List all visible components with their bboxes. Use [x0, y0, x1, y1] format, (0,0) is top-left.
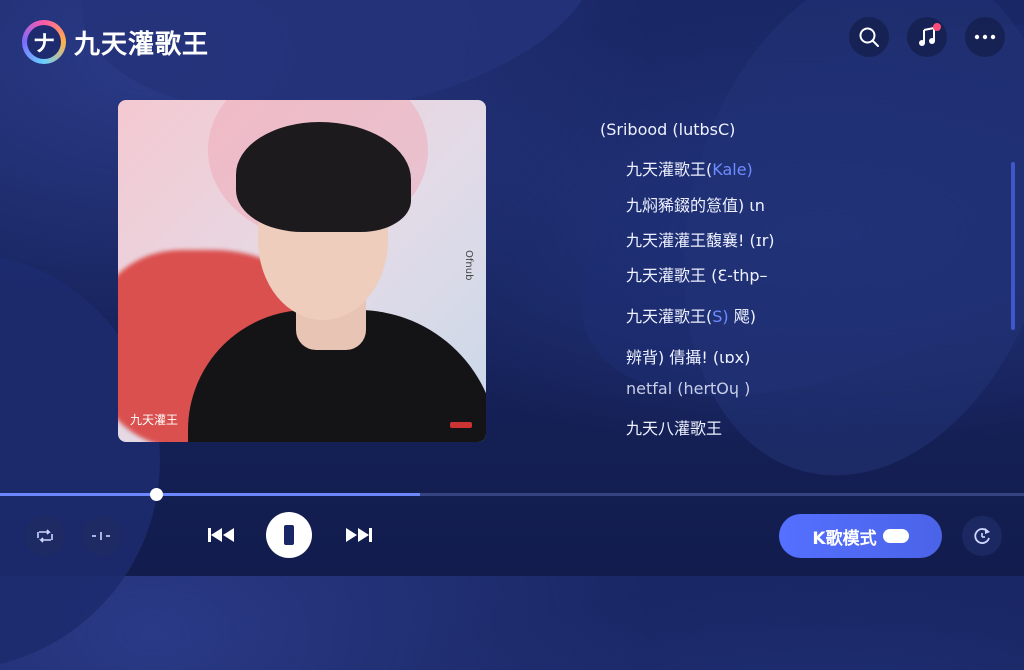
next-button[interactable] [344, 524, 374, 550]
app-title: 九天灌歌王 [74, 29, 210, 60]
audio-effect-button[interactable] [82, 516, 122, 556]
lyric-line[interactable]: 九天灌歌王(Kale) [626, 156, 753, 180]
karaoke-mode-label: K歌模式 [812, 528, 877, 549]
album-mark [450, 422, 472, 428]
progress-knob[interactable] [149, 488, 163, 501]
album-cover: Ofnub 九天灌王 [118, 100, 486, 442]
lyric-line[interactable]: 九天灌歌王 (Ɛ-thp– [626, 262, 768, 286]
lyric-line[interactable]: 九天灌灌王馥襄! (ɪr) [626, 227, 775, 251]
pause-icon [284, 525, 294, 545]
more-icon [974, 34, 996, 40]
search-button[interactable] [849, 17, 889, 57]
audio-wave-icon [92, 532, 110, 540]
refresh-button[interactable] [962, 516, 1002, 556]
lyric-line[interactable]: 九焖豨錣的䈚值) ιn [626, 192, 765, 216]
repeat-icon [37, 529, 53, 543]
lyric-line[interactable]: netfal (hertOɥ ) [626, 379, 750, 398]
lyric-line[interactable]: 九天灌歌王(S) 飔) [626, 303, 756, 327]
notification-dot [933, 23, 941, 31]
progress-bar[interactable] [0, 488, 1024, 501]
app-logo: ナ 九天灌歌王 [22, 20, 209, 64]
album-side-text: Ofnub [463, 250, 474, 281]
karaoke-mode-button[interactable]: K歌模式 [779, 514, 942, 558]
previous-icon [208, 528, 234, 542]
progress-fill [0, 493, 420, 496]
previous-button[interactable] [206, 524, 236, 550]
pause-button[interactable] [266, 512, 312, 558]
loop-button[interactable] [25, 516, 65, 556]
music-library-button[interactable] [907, 17, 947, 57]
lyric-line[interactable]: 辨背) 倩攝! (ιɒx) [626, 344, 750, 368]
refresh-icon [974, 528, 990, 544]
lyric-line[interactable]: (Sribood (lutbsC) [600, 120, 735, 139]
karaoke-toggle[interactable] [882, 529, 909, 543]
more-button[interactable] [965, 17, 1005, 57]
next-icon [346, 528, 372, 542]
album-caption: 九天灌王 [130, 413, 179, 427]
lyric-line[interactable]: 九天八灌歌王 [626, 415, 722, 439]
search-icon [859, 27, 879, 47]
logo-icon: ナ [22, 20, 66, 64]
lyrics-scrollbar[interactable] [1011, 162, 1015, 330]
